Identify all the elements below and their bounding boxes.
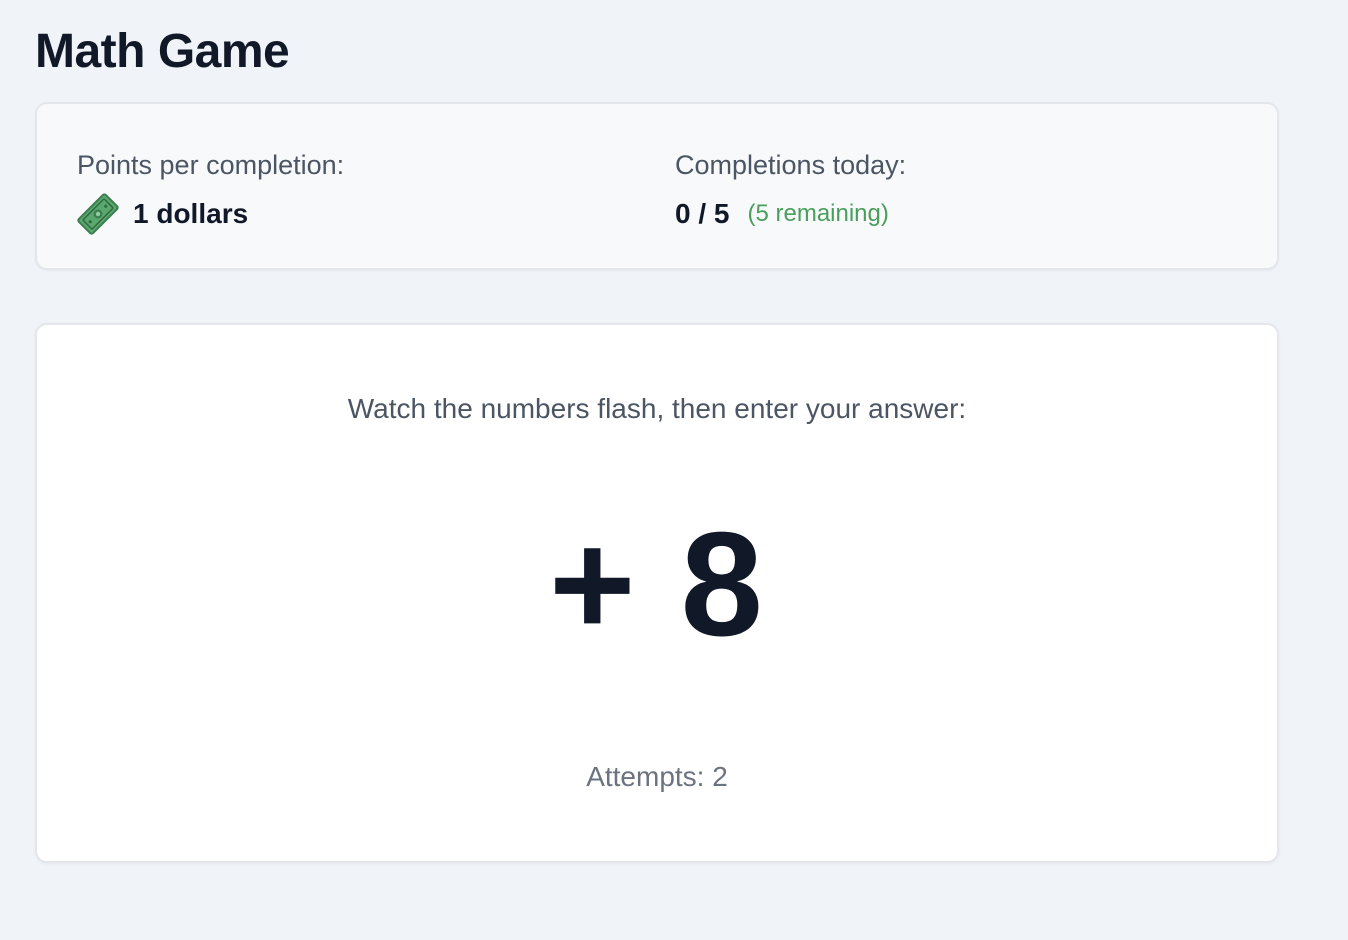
points-value-row: 1 dollars [77, 193, 344, 235]
attempts-counter: Attempts: 2 [586, 761, 728, 792]
remaining-count: (5 remaining) [747, 200, 889, 227]
money-bill-icon [77, 193, 119, 235]
completions-section: Completions today: 0 / 5 (5 remaining) [675, 148, 906, 232]
completions-value-row: 0 / 5 (5 remaining) [675, 196, 906, 232]
stats-card: Points per completion: 1 dollars Complet… [35, 102, 1279, 270]
flash-number: + 8 [549, 502, 765, 667]
points-section: Points per completion: 1 dollars [77, 148, 345, 235]
points-label: Points per completion: [77, 150, 345, 180]
game-card: Watch the numbers flash, then enter your… [35, 323, 1279, 863]
instructions-text: Watch the numbers flash, then enter your… [347, 393, 967, 424]
completions-value: 0 / 5 [675, 198, 730, 229]
completions-label: Completions today: [675, 150, 907, 180]
page-title: Math Game [35, 25, 290, 78]
points-value: 1 dollars [133, 198, 249, 229]
